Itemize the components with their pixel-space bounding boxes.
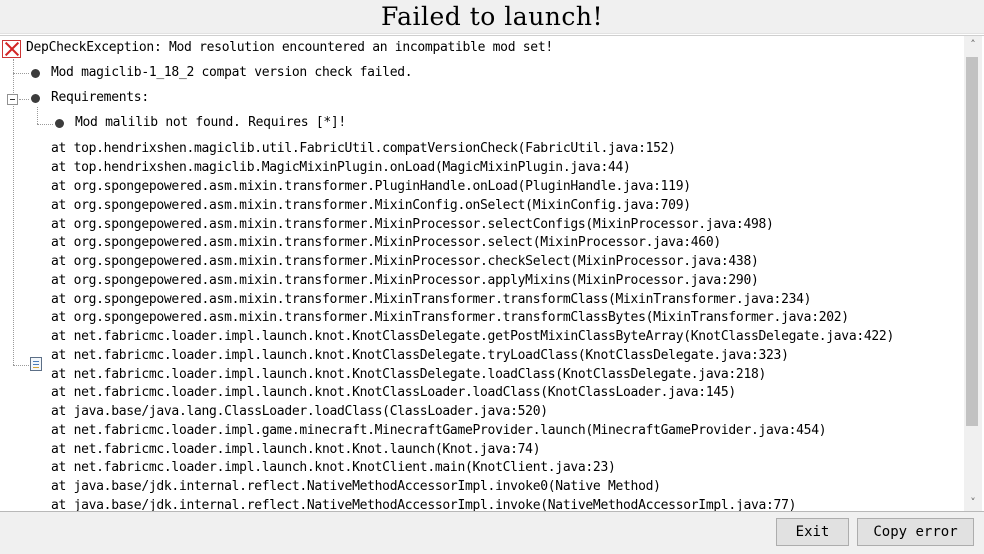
- tree-item-compat-check[interactable]: Mod magiclib-1_18_2 compat version check…: [51, 65, 413, 80]
- tree-connector: [19, 99, 29, 100]
- tree-connector: [37, 124, 53, 125]
- stacktrace-line: at org.spongepowered.asm.mixin.transform…: [51, 254, 759, 269]
- stacktrace-line: at org.spongepowered.asm.mixin.transform…: [51, 179, 691, 194]
- button-bar: Exit Copy error: [0, 512, 984, 554]
- error-tree: DepCheckException: Mod resolution encoun…: [0, 36, 964, 511]
- scroll-down-icon[interactable]: ˅: [964, 494, 982, 511]
- tree-item-requirements[interactable]: Requirements:: [51, 90, 149, 105]
- bullet-icon: [31, 69, 40, 78]
- stacktrace-line: at java.base/java.lang.ClassLoader.loadC…: [51, 404, 548, 419]
- stacktrace-line: at org.spongepowered.asm.mixin.transform…: [51, 273, 759, 288]
- stacktrace-line: at net.fabricmc.loader.impl.launch.knot.…: [51, 460, 616, 475]
- stacktrace-line: at net.fabricmc.loader.impl.launch.knot.…: [51, 385, 736, 400]
- stacktrace-line: at org.spongepowered.asm.mixin.transform…: [51, 310, 849, 325]
- stacktrace-line: at net.fabricmc.loader.impl.launch.knot.…: [51, 442, 541, 457]
- title-bar: Failed to launch!: [0, 0, 984, 34]
- stacktrace-line: at net.fabricmc.loader.impl.launch.knot.…: [51, 367, 767, 382]
- tree-connector: [13, 73, 29, 74]
- tree-connector: [13, 365, 29, 366]
- error-x-icon: [2, 40, 21, 58]
- stacktrace-line: at net.fabricmc.loader.impl.launch.knot.…: [51, 329, 894, 344]
- stacktrace-line: at net.fabricmc.loader.impl.launch.knot.…: [51, 348, 789, 363]
- document-icon: [30, 357, 42, 371]
- scroll-up-icon[interactable]: ˄: [964, 36, 982, 53]
- tree-item-missing-mod[interactable]: Mod malilib not found. Requires [*]!: [75, 115, 346, 130]
- bullet-icon: [55, 119, 64, 128]
- stacktrace-line: at top.hendrixshen.magiclib.util.FabricU…: [51, 141, 676, 156]
- error-root-message[interactable]: DepCheckException: Mod resolution encoun…: [26, 40, 553, 55]
- bullet-icon: [31, 94, 40, 103]
- stacktrace-line: at java.base/jdk.internal.reflect.Native…: [51, 498, 797, 511]
- vertical-scrollbar[interactable]: ˄ ˅: [964, 36, 982, 511]
- error-tree-panel[interactable]: DepCheckException: Mod resolution encoun…: [0, 35, 984, 512]
- stacktrace-line: at org.spongepowered.asm.mixin.transform…: [51, 235, 721, 250]
- stacktrace-line: at org.spongepowered.asm.mixin.transform…: [51, 198, 691, 213]
- exit-button[interactable]: Exit: [776, 518, 849, 546]
- tree-connector: [37, 107, 38, 124]
- window-title: Failed to launch!: [380, 2, 604, 31]
- scroll-thumb[interactable]: [966, 57, 978, 426]
- stacktrace-line: at java.base/jdk.internal.reflect.Native…: [51, 479, 661, 494]
- stacktrace-line: at net.fabricmc.loader.impl.game.minecra…: [51, 423, 827, 438]
- stacktrace-line: at org.spongepowered.asm.mixin.transform…: [51, 292, 812, 307]
- stacktrace-line: at org.spongepowered.asm.mixin.transform…: [51, 217, 774, 232]
- copy-error-button[interactable]: Copy error: [857, 518, 974, 546]
- stacktrace-line: at top.hendrixshen.magiclib.MagicMixinPl…: [51, 160, 631, 175]
- collapse-minus-icon[interactable]: [7, 94, 18, 105]
